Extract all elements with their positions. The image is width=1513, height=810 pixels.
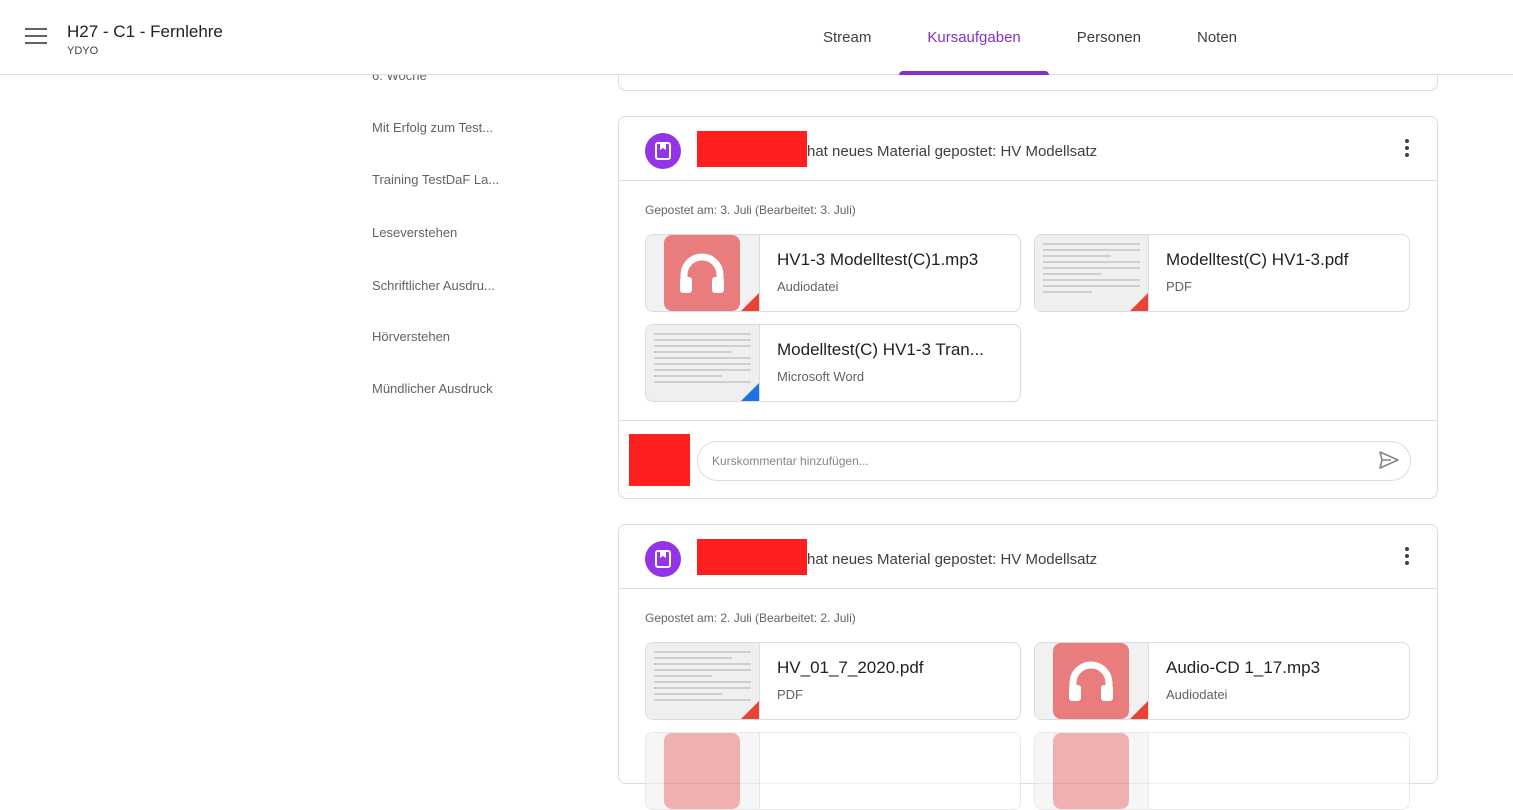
redacted-avatar — [629, 434, 690, 486]
tab-bar: Stream Kursaufgaben Personen Noten — [795, 0, 1265, 75]
attachment-title: Audio-CD 1_17.mp3 — [1166, 658, 1321, 677]
file-type-corner — [741, 701, 759, 719]
post-title[interactable]: hat neues Material gepostet: HV Modellsa… — [807, 551, 1097, 568]
attachment-type: Audiodatei — [777, 279, 839, 294]
attachment-type: Microsoft Word — [777, 369, 865, 384]
file-type-corner — [741, 383, 759, 401]
attachment-title: HV_01_7_2020.pdf — [777, 658, 924, 677]
post-title[interactable]: hat neues Material gepostet: HV Modellsa… — [807, 143, 1097, 160]
file-type-corner — [1130, 701, 1148, 719]
attachment-audio[interactable]: HV1-3 Modelltest(C)1.mp3 Audiodatei — [645, 234, 1021, 312]
sidebar-item-mit-erfolg[interactable]: Mit Erfolg zum Test... — [372, 120, 493, 135]
sidebar-item-muendlicher-ausdruck[interactable]: Mündlicher Ausdruck — [372, 381, 493, 396]
top-app-bar: H27 - C1 - Fernlehre YDYO Stream Kursauf… — [0, 0, 1513, 75]
audio-thumbnail — [646, 733, 760, 809]
material-icon — [645, 133, 681, 169]
class-comment-input[interactable]: Kurskommentar hinzufügen... — [697, 441, 1411, 481]
audio-thumbnail — [646, 235, 760, 311]
attachment-type: Audiodatei — [1166, 687, 1228, 702]
attachment-partial[interactable] — [645, 732, 1021, 810]
pdf-thumbnail — [646, 643, 760, 719]
file-type-corner — [741, 293, 759, 311]
more-options-icon[interactable] — [1403, 139, 1411, 161]
attachment-word[interactable]: Modelltest(C) HV1-3 Tran... Microsoft Wo… — [645, 324, 1021, 402]
redacted-author — [697, 539, 807, 575]
audio-thumbnail — [1035, 643, 1149, 719]
attachment-title: Modelltest(C) HV1-3.pdf — [1166, 250, 1349, 269]
comment-row: Kurskommentar hinzufügen... — [619, 420, 1437, 498]
material-icon — [645, 541, 681, 577]
file-type-corner — [1130, 293, 1148, 311]
class-title[interactable]: H27 - C1 - Fernlehre — [67, 22, 223, 42]
hamburger-menu-icon[interactable] — [25, 28, 47, 46]
material-post-card[interactable]: hat neues Material gepostet: HV Modellsa… — [618, 116, 1438, 499]
sidebar-item-hoerverstehen[interactable]: Hörverstehen — [372, 329, 450, 344]
headphones-icon — [664, 733, 740, 809]
tab-personen[interactable]: Personen — [1049, 0, 1169, 75]
headphones-icon — [664, 235, 740, 311]
headphones-icon — [1053, 733, 1129, 809]
sidebar-item-leseverstehen[interactable]: Leseverstehen — [372, 225, 457, 240]
post-header: hat neues Material gepostet: HV Modellsa… — [619, 525, 1437, 589]
attachment-pdf[interactable]: HV_01_7_2020.pdf PDF — [645, 642, 1021, 720]
redacted-author — [697, 131, 807, 167]
tab-stream[interactable]: Stream — [795, 0, 899, 75]
pdf-thumbnail — [1035, 235, 1149, 311]
attachment-title: HV1-3 Modelltest(C)1.mp3 — [777, 250, 979, 269]
audio-thumbnail — [1035, 733, 1149, 809]
class-section: YDYO — [67, 45, 99, 57]
tab-kursaufgaben[interactable]: Kursaufgaben — [899, 0, 1050, 75]
word-thumbnail — [646, 325, 760, 401]
sidebar-item-training-testdaf[interactable]: Training TestDaF La... — [372, 172, 499, 187]
posted-date: Gepostet am: 2. Juli (Bearbeitet: 2. Jul… — [645, 611, 856, 625]
material-post-card[interactable]: hat neues Material gepostet: HV Modellsa… — [618, 524, 1438, 810]
attachment-type: PDF — [1166, 279, 1192, 294]
tab-noten[interactable]: Noten — [1169, 0, 1265, 75]
attachment-partial[interactable] — [1034, 732, 1410, 810]
attachment-audio[interactable]: Audio-CD 1_17.mp3 Audiodatei — [1034, 642, 1410, 720]
attachment-pdf[interactable]: Modelltest(C) HV1-3.pdf PDF — [1034, 234, 1410, 312]
headphones-icon — [1053, 643, 1129, 719]
send-icon[interactable] — [1379, 451, 1399, 469]
attachment-title: Modelltest(C) HV1-3 Tran... — [777, 340, 984, 359]
more-options-icon[interactable] — [1403, 547, 1411, 569]
sidebar-item-schriftlicher-ausdruck[interactable]: Schriftlicher Ausdru... — [372, 278, 495, 293]
post-header: hat neues Material gepostet: HV Modellsa… — [619, 117, 1437, 181]
posted-date: Gepostet am: 3. Juli (Bearbeitet: 3. Jul… — [645, 203, 856, 217]
attachment-type: PDF — [777, 687, 803, 702]
